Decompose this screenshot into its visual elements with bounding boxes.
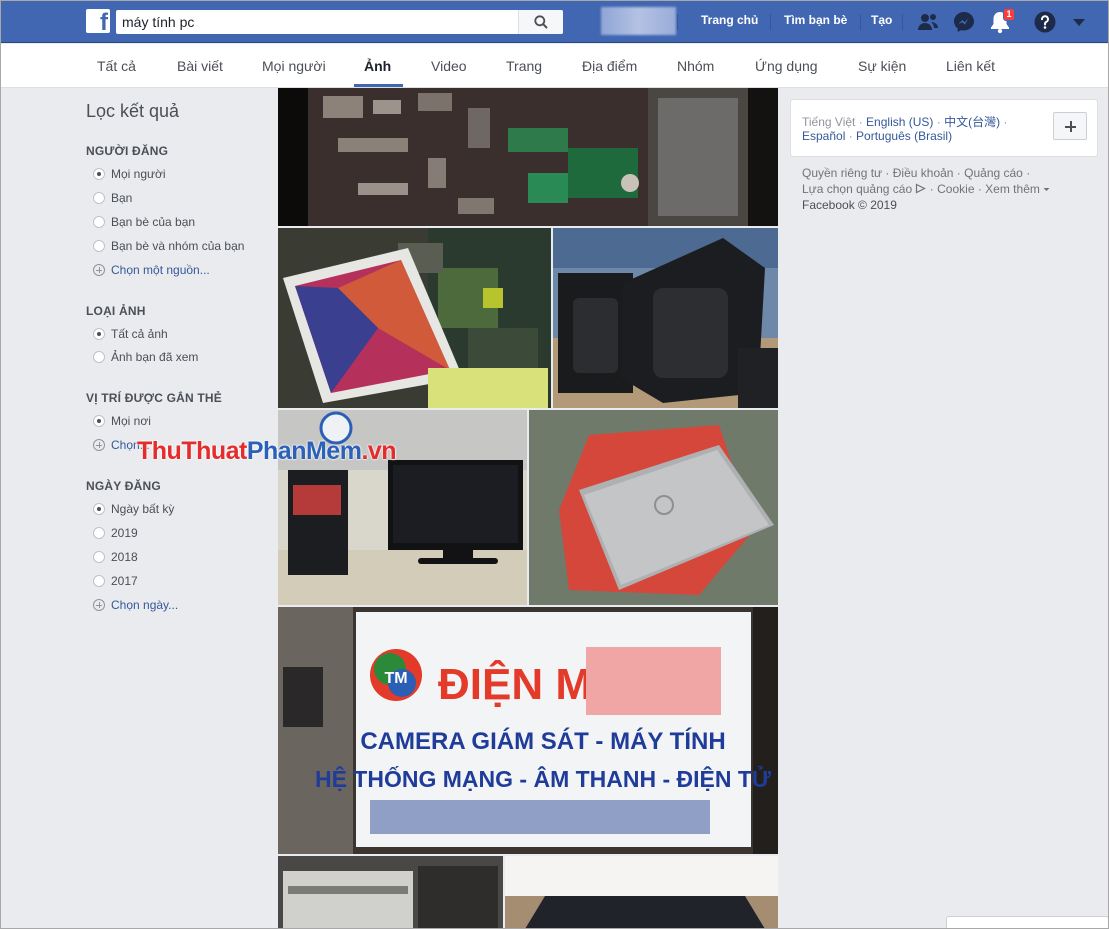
radio-checked[interactable] [93, 415, 105, 427]
sign-line-2: HỆ THỐNG MẠNG - ÂM THANH - ĐIỆN TỬ [315, 764, 772, 792]
search-icon [534, 15, 548, 29]
footer-links-row-1: Quyền riêng tư · Điều khoản · Quảng cáo … [802, 166, 1031, 180]
footer-links-row-2: Lựa chọn quảng cáo · Cookie · Xem thêm [802, 182, 1050, 196]
help-icon[interactable] [1033, 10, 1057, 34]
plus-circle-icon [93, 439, 105, 451]
filter-section-title: NGƯỜI ĐĂNG [86, 144, 169, 158]
chat-sidebar-tab[interactable] [946, 916, 1109, 929]
filter-option[interactable]: Ngày bất kỳ [93, 501, 174, 517]
filter-title: Lọc kết quả [86, 101, 180, 121]
plus-circle-icon [93, 264, 105, 276]
filter-option[interactable]: 2018 [93, 549, 138, 565]
home-link[interactable]: Trang chủ [701, 13, 758, 27]
photo-ipad-repair[interactable] [278, 228, 551, 408]
plus-circle-icon [93, 599, 105, 611]
filter-section-title: LOẠI ẢNH [86, 304, 146, 318]
tab-places[interactable]: Địa điểm [582, 58, 637, 74]
nav-divider [677, 14, 678, 30]
language-link-english[interactable]: English (US) [866, 115, 933, 129]
filter-section-title: NGÀY ĐĂNG [86, 479, 161, 493]
radio-unchecked[interactable] [93, 351, 105, 363]
search-box [116, 10, 563, 34]
tab-apps[interactable]: Ứng dụng [755, 58, 818, 74]
tab-all[interactable]: Tất cả [97, 58, 136, 74]
filter-option[interactable]: Bạn [93, 190, 132, 206]
friend-requests-icon[interactable] [916, 10, 940, 34]
photo-shelf[interactable] [278, 856, 503, 929]
choose-date-link[interactable]: Chọn ngày... [93, 597, 178, 613]
filter-option[interactable]: 2017 [93, 573, 138, 589]
language-link-chinese[interactable]: 中文(台灣) [944, 115, 1000, 129]
tab-pages[interactable]: Trang [506, 58, 542, 74]
filter-option[interactable]: Tất cả ảnh [93, 326, 168, 342]
footer-link-privacy[interactable]: Quyền riêng tư [802, 166, 882, 180]
language-selector: Tiếng Việt · English (US) · 中文(台灣) · Esp… [790, 99, 1098, 157]
photo-shop-sign[interactable]: TM ĐIỆN MÁY CAMERA GIÁM SÁT - MÁY TÍNH H… [278, 607, 778, 854]
current-language: Tiếng Việt [802, 115, 856, 129]
filter-option[interactable]: Ảnh bạn đã xem [93, 349, 198, 365]
active-tab-indicator [354, 84, 403, 87]
tab-people[interactable]: Mọi người [262, 58, 326, 74]
language-link-spanish[interactable]: Español [802, 129, 845, 143]
footer-link-terms[interactable]: Điều khoản [893, 166, 954, 180]
radio-checked[interactable] [93, 328, 105, 340]
watermark-part-1: ThuThuat [137, 437, 247, 465]
watermark-part-2: PhanMem [246, 437, 362, 465]
tab-photos[interactable]: Ảnh [364, 58, 391, 74]
photo-circuit-board[interactable] [278, 88, 778, 226]
tab-links[interactable]: Liên kết [946, 58, 995, 74]
footer-link-ad-choices[interactable]: Lựa chọn quảng cáo [802, 182, 912, 196]
find-friends-link[interactable]: Tìm bạn bè [784, 13, 847, 27]
watermark-part-3: .vn [361, 437, 397, 465]
radio-unchecked[interactable] [93, 575, 105, 587]
footer-link-more[interactable]: Xem thêm [985, 182, 1040, 196]
nav-divider [902, 14, 903, 30]
nav-divider [770, 14, 771, 30]
add-language-button[interactable] [1053, 112, 1087, 140]
language-link-portuguese[interactable]: Português (Brasil) [856, 129, 952, 143]
footer-link-advertising[interactable]: Quảng cáo [964, 166, 1023, 180]
messenger-icon[interactable] [952, 10, 976, 34]
filter-option[interactable]: Bạn bè và nhóm của bạn [93, 238, 244, 254]
facebook-logo-icon[interactable]: f [86, 9, 110, 35]
photo-laptop-table[interactable] [505, 856, 778, 929]
footer-copyright: Facebook © 2019 [802, 198, 897, 212]
tab-posts[interactable]: Bài viết [177, 58, 223, 74]
radio-unchecked[interactable] [93, 527, 105, 539]
search-button[interactable] [518, 10, 563, 34]
notification-badge: 1 [1003, 8, 1015, 21]
filter-option[interactable]: Bạn bè của bạn [93, 214, 195, 230]
sign-line-1: CAMERA GIÁM SÁT - MÁY TÍNH [360, 727, 725, 755]
ad-choices-icon [916, 183, 927, 194]
filter-option[interactable]: 2019 [93, 525, 138, 541]
search-input[interactable] [122, 12, 512, 32]
radio-unchecked[interactable] [93, 216, 105, 228]
nav-divider [860, 14, 861, 30]
footer-link-cookies[interactable]: Cookie [937, 182, 974, 196]
filter-section-title: VỊ TRÍ ĐƯỢC GẮN THẺ [86, 391, 222, 405]
filter-option[interactable]: Mọi nơi [93, 413, 151, 429]
tab-videos[interactable]: Video [431, 58, 467, 74]
photo-hp-laptop[interactable] [529, 410, 778, 605]
top-bar: f Trang chủ Tìm bạn bè Tạo 1 [0, 0, 1109, 43]
create-link[interactable]: Tạo [871, 13, 892, 27]
filter-option[interactable]: Mọi người [93, 166, 166, 182]
photo-speakers[interactable] [553, 228, 778, 408]
caret-down-icon [1043, 188, 1050, 191]
search-result-tabs: Tất cả Bài viết Mọi người Ảnh Video Tran… [0, 44, 1109, 88]
radio-unchecked[interactable] [93, 240, 105, 252]
radio-unchecked[interactable] [93, 192, 105, 204]
radio-checked[interactable] [93, 168, 105, 180]
sign-logo: TM [384, 670, 407, 687]
profile-name-blurred[interactable] [601, 7, 676, 35]
watermark: ThuThuatPhanMem.vn [137, 437, 397, 466]
radio-unchecked[interactable] [93, 551, 105, 563]
choose-source-link[interactable]: Chọn một nguồn... [93, 262, 210, 278]
tab-groups[interactable]: Nhóm [677, 58, 714, 74]
language-row-2: Español · Português (Brasil) [802, 129, 953, 143]
radio-checked[interactable] [93, 503, 105, 515]
caret-down-icon[interactable] [1069, 12, 1089, 32]
tab-events[interactable]: Sự kiện [858, 58, 906, 74]
language-row-1: Tiếng Việt · English (US) · 中文(台灣) · [802, 115, 1008, 129]
